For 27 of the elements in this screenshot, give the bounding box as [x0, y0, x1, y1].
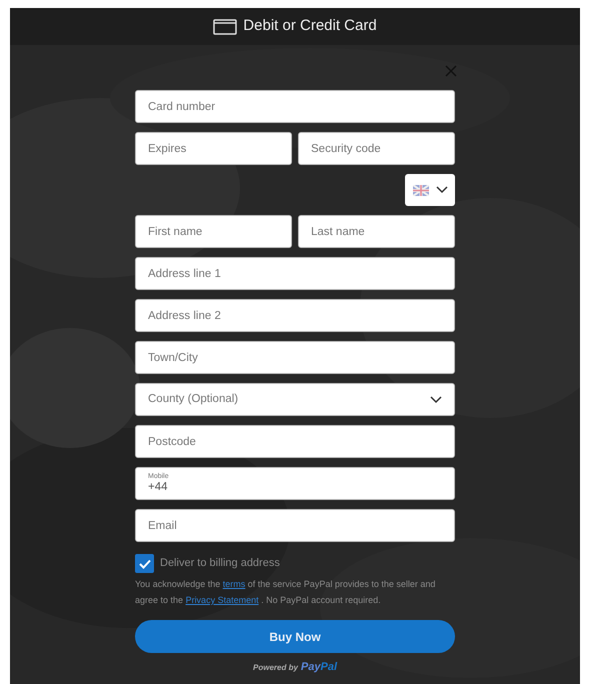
input-field[interactable]: Card number — [135, 90, 455, 123]
input-field[interactable]: Address line 1 — [135, 257, 455, 290]
input-field[interactable]: Town/City — [135, 341, 455, 374]
chevron-icon — [436, 186, 448, 194]
input-field[interactable]: Security code — [298, 132, 455, 165]
country-select[interactable] — [405, 174, 455, 206]
county-select[interactable]: County (Optional) — [135, 383, 455, 416]
field-value: +44 — [148, 481, 168, 494]
flag-icon — [412, 184, 428, 196]
check-icon — [138, 558, 150, 568]
legal-text: You acknowledge the terms of the service PayPal provides to the seller and agree to the Privacy Statement . No PayPal account required. — [135, 578, 436, 607]
checkbox-label: Deliver to billing address — [160, 556, 280, 572]
input-field[interactable]: Email — [135, 509, 455, 542]
chevron-icon — [430, 396, 442, 404]
paypal-logo: PayPal — [300, 660, 337, 675]
card-icon — [213, 18, 238, 34]
input-field[interactable]: First name — [135, 215, 292, 248]
checkbox[interactable] — [135, 554, 154, 573]
window-title: Debit or Credit Card — [243, 16, 377, 36]
input-field[interactable]: Address line 2 — [135, 299, 455, 332]
privacy-link[interactable]: Privacy Statement — [186, 595, 259, 605]
input-field[interactable]: Expires — [135, 132, 292, 165]
input-field[interactable]: Last name — [298, 215, 455, 248]
buy-now-button[interactable]: Buy Now — [135, 620, 455, 653]
powered-by-text: Powered by — [253, 662, 298, 674]
input-field[interactable]: Postcode — [135, 425, 455, 458]
terms-link[interactable]: terms — [222, 579, 246, 589]
